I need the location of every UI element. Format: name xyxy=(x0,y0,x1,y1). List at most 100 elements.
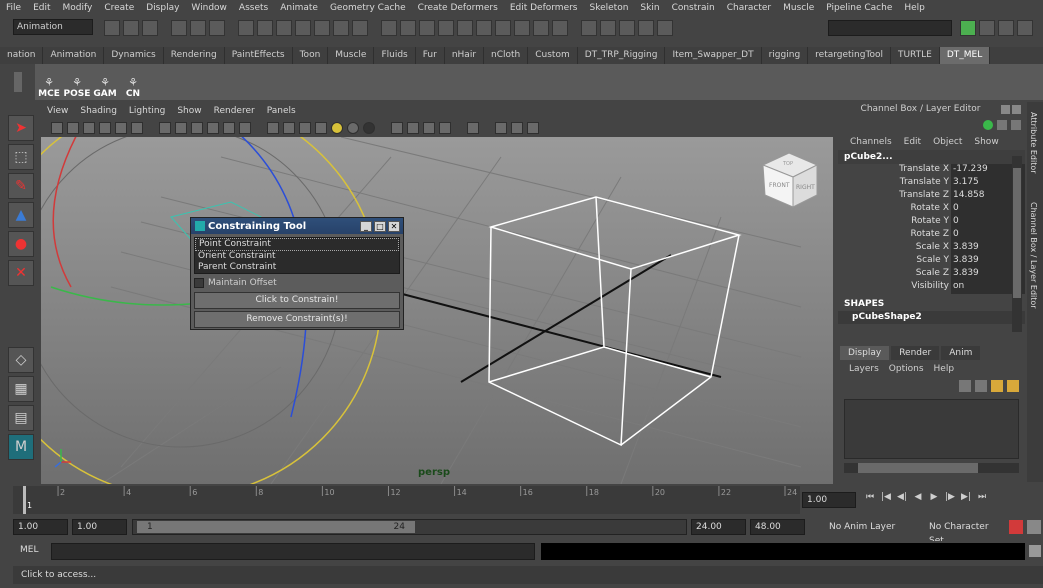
viewport-menu-item[interactable]: Lighting xyxy=(123,104,171,119)
play-forward-icon[interactable]: ▶ xyxy=(926,492,942,502)
outliner-layout-icon[interactable]: ▤ xyxy=(8,405,34,431)
channel-row[interactable]: Scale X 3.839 xyxy=(838,242,1025,255)
select-component-icon[interactable] xyxy=(209,20,225,36)
menu-item[interactable]: Help xyxy=(898,0,931,17)
isolate-icon[interactable] xyxy=(267,122,279,134)
shelf-tab[interactable]: Item_Swapper_DT xyxy=(665,47,762,64)
quick-select-input[interactable] xyxy=(828,20,952,36)
sphere-icon[interactable] xyxy=(363,122,375,134)
save-scene-icon[interactable] xyxy=(142,20,158,36)
minimize-button[interactable]: _ xyxy=(360,220,372,232)
shelf-tab[interactable]: Fluids xyxy=(374,47,416,64)
snap-icon[interactable] xyxy=(552,20,568,36)
channel-row[interactable]: Rotate Y0 xyxy=(838,216,1025,229)
range-slider-handle[interactable]: 1 24 xyxy=(137,521,415,533)
menu-item[interactable]: Constrain xyxy=(666,0,721,17)
viewport-menu-item[interactable]: Renderer xyxy=(208,104,261,119)
mask-icon[interactable] xyxy=(333,20,349,36)
step-back-frame-icon[interactable]: ◀| xyxy=(894,492,910,502)
menu-item[interactable]: Create xyxy=(98,0,140,17)
hud-icon[interactable] xyxy=(423,122,435,134)
shelf-tab[interactable]: retargetingTool xyxy=(808,47,891,64)
shelf-tab[interactable]: rigging xyxy=(762,47,809,64)
shelf-tab[interactable]: Animation xyxy=(43,47,105,64)
toggle-panel-icon[interactable] xyxy=(979,20,995,36)
menu-item[interactable]: Animate xyxy=(274,0,324,17)
new-layer-icon[interactable] xyxy=(959,380,971,392)
image-plane-icon[interactable] xyxy=(99,122,111,134)
single-pane-layout-icon[interactable]: ◇ xyxy=(8,347,34,373)
anim-start-field[interactable]: 1.00 xyxy=(72,519,127,535)
hud-icon[interactable] xyxy=(439,122,451,134)
shelf-tab[interactable]: Custom xyxy=(528,47,578,64)
shelf-tab[interactable]: PaintEffects xyxy=(225,47,293,64)
menu-item[interactable]: Skin xyxy=(634,0,665,17)
snap-icon[interactable] xyxy=(419,20,435,36)
shelf-tab[interactable]: nation xyxy=(0,47,44,64)
shape-name[interactable]: pCubeShape2 xyxy=(838,311,1025,324)
menu-item[interactable]: Muscle xyxy=(777,0,820,17)
shelf-tab[interactable]: nHair xyxy=(445,47,485,64)
menu-item[interactable]: Display xyxy=(140,0,185,17)
anim-end-field[interactable]: 48.00 xyxy=(750,519,805,535)
hud-icon[interactable] xyxy=(391,122,403,134)
channel-box-menu-item[interactable]: Show xyxy=(968,137,1004,147)
channel-box-object-name[interactable]: pCube2... xyxy=(838,150,1025,164)
go-to-start-icon[interactable]: ⏮ xyxy=(862,492,878,502)
textured-icon[interactable] xyxy=(191,122,203,134)
cube-icon[interactable] xyxy=(299,122,311,134)
constrain-button[interactable]: Click to Constrain! xyxy=(194,292,400,309)
perspective-viewport[interactable]: FRONT RIGHT TOP persp xyxy=(41,137,833,484)
go-to-end-icon[interactable]: ⏭ xyxy=(974,492,990,502)
scrollbar-thumb[interactable] xyxy=(858,463,978,473)
ipr-render-icon[interactable] xyxy=(600,20,616,36)
channel-row[interactable]: Scale Z 3.839 xyxy=(838,268,1025,281)
menu-item[interactable]: Skeleton xyxy=(584,0,635,17)
toggle-panel-icon[interactable] xyxy=(998,20,1014,36)
snap-icon[interactable] xyxy=(476,20,492,36)
list-item[interactable]: Orient Constraint xyxy=(195,251,399,262)
mask-icon[interactable] xyxy=(295,20,311,36)
layer-editor-tab[interactable]: Anim xyxy=(941,346,981,360)
attribute-editor-tab[interactable]: Attribute Editor xyxy=(1029,112,1038,174)
channel-box-menu-item[interactable]: Edit xyxy=(898,137,927,147)
dialog-title-bar[interactable]: Constraining Tool _ □ ✕ xyxy=(191,218,403,234)
paint-select-icon[interactable]: ✎ xyxy=(8,173,34,199)
start-time-field[interactable]: 1.00 xyxy=(13,519,68,535)
mask-icon[interactable] xyxy=(352,20,368,36)
xray-icon[interactable] xyxy=(239,122,251,134)
channel-box-tab[interactable]: Channel Box / Layer Editor xyxy=(1029,202,1038,309)
channel-row[interactable]: Scale Y 3.839 xyxy=(838,255,1025,268)
constraint-type-list[interactable]: Point Constraint Orient Constraint Paren… xyxy=(194,237,400,274)
toggle-panel-icon[interactable] xyxy=(1017,20,1033,36)
shelf-tab[interactable]: Rendering xyxy=(164,47,225,64)
layer-options-icon[interactable] xyxy=(1007,380,1019,392)
menu-item[interactable]: File xyxy=(0,0,27,17)
channel-row[interactable]: Visibility on xyxy=(838,281,1025,294)
snap-icon[interactable] xyxy=(457,20,473,36)
mask-icon[interactable] xyxy=(257,20,273,36)
channel-icon[interactable] xyxy=(983,120,993,130)
menu-item[interactable]: Create Deformers xyxy=(412,0,504,17)
snap-icon[interactable] xyxy=(438,20,454,36)
mask-icon[interactable] xyxy=(238,20,254,36)
channel-row[interactable]: Rotate Z0 xyxy=(838,229,1025,242)
checker-icon[interactable] xyxy=(315,122,327,134)
step-forward-key-icon[interactable]: ▶| xyxy=(958,492,974,502)
channel-row[interactable]: Translate Y 3.175 xyxy=(838,177,1025,190)
viewport-menu-item[interactable]: Panels xyxy=(261,104,302,119)
mel-label[interactable]: MEL xyxy=(20,545,38,555)
auto-key-icon[interactable] xyxy=(1009,520,1023,534)
layer-menu-item[interactable]: Help xyxy=(929,364,960,374)
cube-icon[interactable] xyxy=(511,122,523,134)
shelf-menu-icon[interactable] xyxy=(14,72,22,92)
rotate-tool-icon[interactable]: ● xyxy=(8,231,34,257)
channel-icon[interactable] xyxy=(1011,120,1021,130)
menu-item[interactable]: Geometry Cache xyxy=(324,0,412,17)
close-panel-icon[interactable] xyxy=(1012,104,1021,114)
snap-icon[interactable] xyxy=(495,20,511,36)
mask-icon[interactable] xyxy=(314,20,330,36)
mask-icon[interactable] xyxy=(276,20,292,36)
character-set-select[interactable]: No Character Set xyxy=(924,519,1006,546)
layer-horizontal-scrollbar[interactable] xyxy=(844,463,1019,473)
